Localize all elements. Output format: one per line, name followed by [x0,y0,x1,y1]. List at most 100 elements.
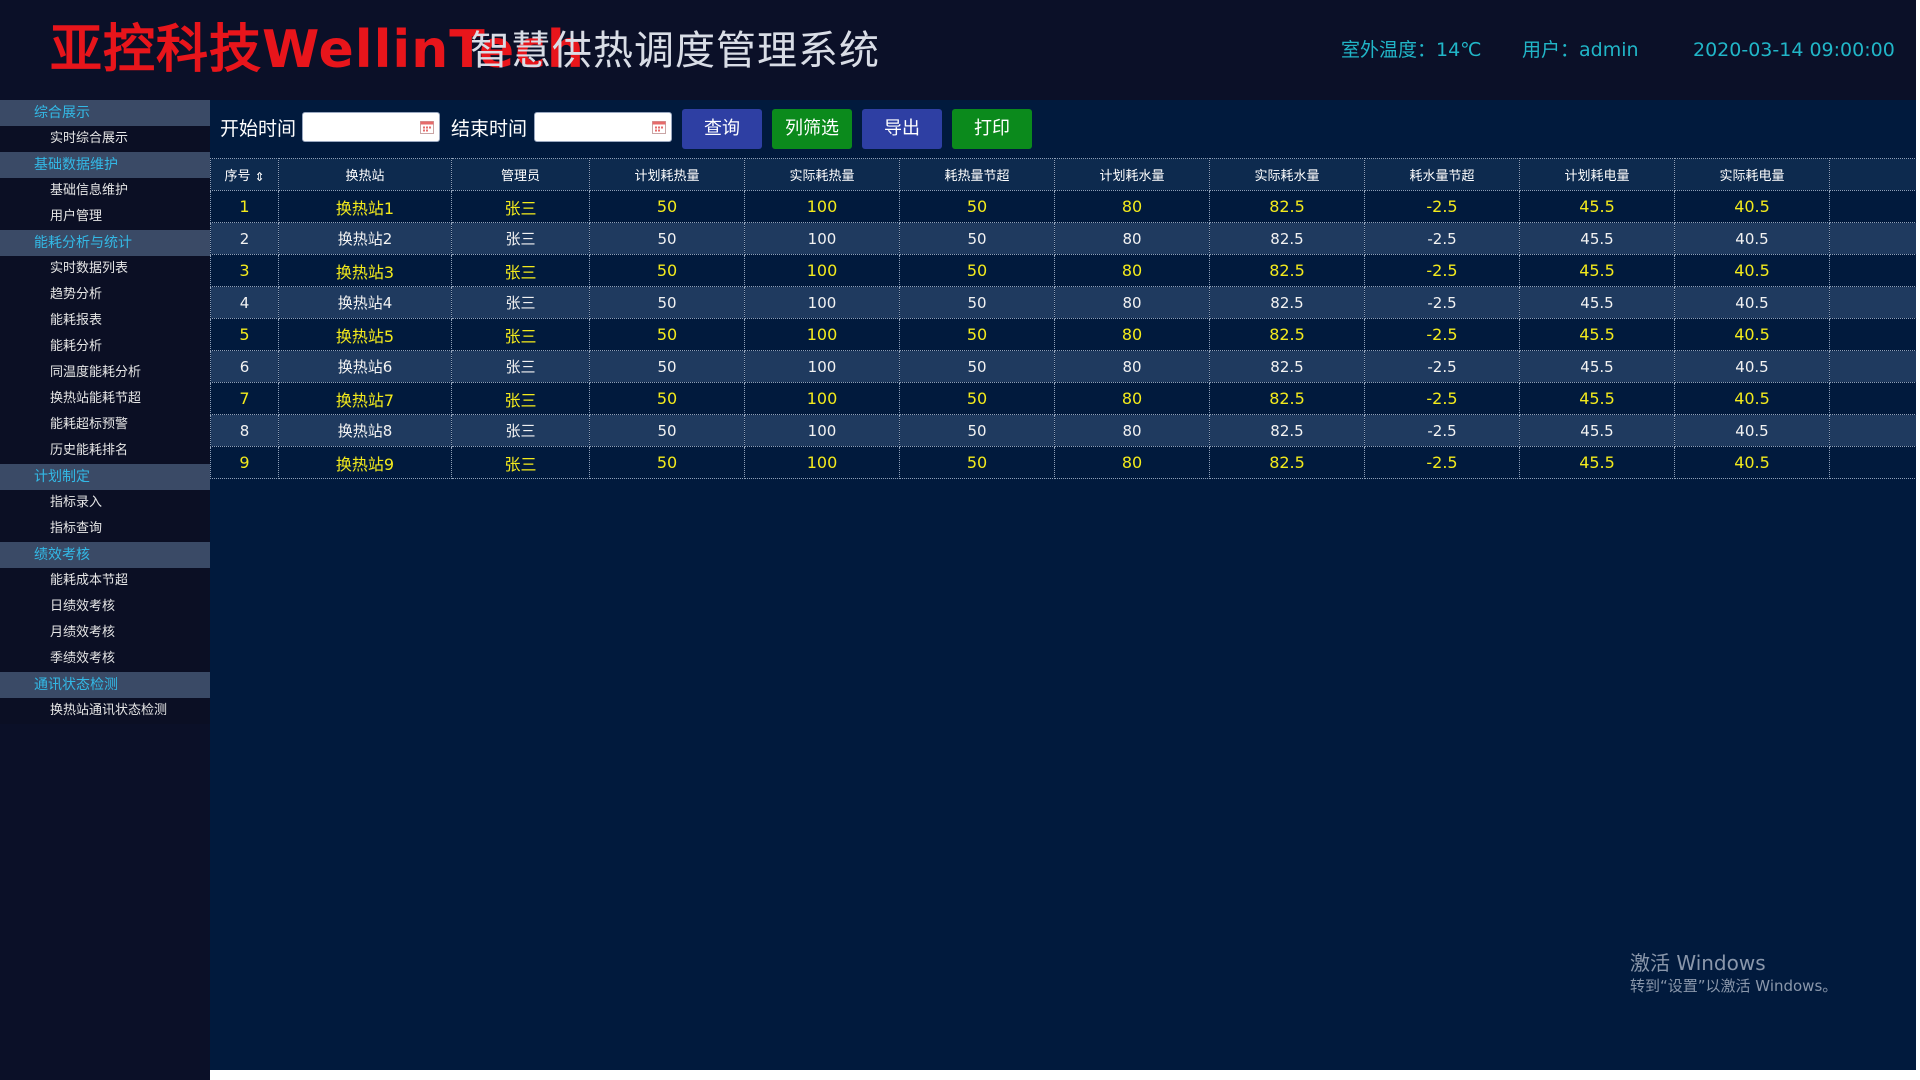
table-cell: 45.5 [1519,318,1675,351]
column-header[interactable]: 耗热量节超 [899,158,1055,191]
export-button[interactable]: 导出 [862,109,942,149]
table-cell: 100 [744,318,900,351]
sidebar-item[interactable]: 基础信息维护 [0,178,210,204]
table-cell: 换热站5 [278,318,452,351]
sidebar-menu: 综合展示 实时综合展示 基础数据维护 基础信息维护 用户管理 能耗分析与统计 实时数据列表趋… [0,100,210,724]
column-header[interactable]: 计划耗电量 [1519,158,1675,191]
print-button[interactable]: 打印 [952,109,1032,149]
table-cell: 50 [589,382,745,415]
table-cell: 张三 [451,222,590,255]
table-cell: 80 [1054,350,1210,383]
sidebar-group-3[interactable]: 计划制定 [0,464,210,490]
current-user: 用户：admin [1522,39,1639,61]
table-cell: 换热站7 [278,382,452,415]
table-row[interactable]: 7换热站7张三50100508082.5-2.545.540.55 [210,382,1920,415]
sidebar-item[interactable]: 换热站能耗节超 [0,386,210,412]
table-row[interactable]: 3换热站3张三50100508082.5-2.545.540.55 [210,254,1920,287]
table-cell: 40.5 [1674,190,1830,223]
sidebar-item[interactable]: 换热站通讯状态检测 [0,698,210,724]
table-cell: -2.5 [1364,222,1520,255]
right-edge [1916,0,1920,1080]
table-cell: 张三 [451,446,590,479]
table-header-row: 序号 ⇕ 换热站 管理员 计划耗热量 实际耗热量 耗热量节超 计划耗水量 实际耗水量 耗水量节超 计… [210,158,1920,191]
column-header[interactable]: 序号 ⇕ [210,158,279,191]
table-cell: 换热站4 [278,286,452,319]
sidebar-group-2[interactable]: 能耗分析与统计 [0,230,210,256]
column-header[interactable]: 计划耗水量 [1054,158,1210,191]
table-cell: 82.5 [1209,382,1365,415]
sidebar-item[interactable]: 历史能耗排名 [0,438,210,464]
column-header-label: 计划耗热量 [634,169,700,184]
table-cell: 80 [1054,318,1210,351]
table-row[interactable]: 6换热站6张三50100508082.5-2.545.540.55 [210,350,1920,383]
table-cell: 82.5 [1209,350,1365,383]
table-cell: 3 [210,254,279,287]
column-header[interactable]: 换热站 [278,158,452,191]
data-table-container: 序号 ⇕ 换热站 管理员 计划耗热量 实际耗热量 耗热量节超 计划耗水量 实际耗水量 耗水量节超 计… [210,158,1920,479]
sidebar-item[interactable]: 指标录入 [0,490,210,516]
column-header[interactable]: 耗电量节 [1829,158,1920,191]
table-cell: 换热站8 [278,414,452,447]
table-cell: 50 [589,446,745,479]
column-filter-button[interactable]: 列筛选 [772,109,852,149]
sidebar-item[interactable]: 季绩效考核 [0,646,210,672]
sidebar-item[interactable]: 实时数据列表 [0,256,210,282]
column-header[interactable]: 计划耗热量 [589,158,745,191]
sidebar-item[interactable]: 实时综合展示 [0,126,210,152]
table-row[interactable]: 9换热站9张三50100508082.5-2.545.540.55 [210,446,1920,479]
sidebar-item[interactable]: 月绩效考核 [0,620,210,646]
sidebar-item[interactable]: 同温度能耗分析 [0,360,210,386]
column-header[interactable]: 实际耗电量 [1674,158,1830,191]
energy-data-table: 序号 ⇕ 换热站 管理员 计划耗热量 实际耗热量 耗热量节超 计划耗水量 实际耗水量 耗水量节超 计… [210,158,1920,479]
table-cell: 80 [1054,382,1210,415]
sidebar-item[interactable]: 日绩效考核 [0,594,210,620]
query-button[interactable]: 查询 [682,109,762,149]
sidebar-group-4[interactable]: 绩效考核 [0,542,210,568]
table-cell: 80 [1054,286,1210,319]
column-header[interactable]: 实际耗水量 [1209,158,1365,191]
sidebar-item[interactable]: 用户管理 [0,204,210,230]
sidebar-item[interactable]: 能耗报表 [0,308,210,334]
table-cell: 5 [1829,382,1920,415]
table-row[interactable]: 2换热站2张三50100508082.5-2.545.540.55 [210,222,1920,255]
sort-icon[interactable]: ⇕ [254,171,264,183]
table-row[interactable]: 1换热站1张三50100508082.5-2.545.540.55 [210,190,1920,223]
calendar-icon[interactable] [652,120,666,134]
table-cell: 张三 [451,382,590,415]
table-cell: 100 [744,222,900,255]
table-cell: 5 [1829,318,1920,351]
sidebar-item[interactable]: 能耗超标预警 [0,412,210,438]
sidebar-group-0[interactable]: 综合展示 [0,100,210,126]
app-window: 亚控科技WellinTech 智慧供热调度管理系统 室外温度：14℃ 用户：ad… [0,0,1920,1080]
table-cell: 9 [210,446,279,479]
table-row[interactable]: 5换热站5张三50100508082.5-2.545.540.55 [210,318,1920,351]
table-cell: 50 [589,318,745,351]
sidebar-item[interactable]: 能耗分析 [0,334,210,360]
sidebar-item[interactable]: 指标查询 [0,516,210,542]
table-cell: 换热站1 [278,190,452,223]
table-cell: 40.5 [1674,446,1830,479]
table-cell: 100 [744,254,900,287]
watermark-title: 激活 Windows [1630,951,1766,975]
table-cell: 张三 [451,286,590,319]
start-time-label: 开始时间 [220,118,297,140]
column-header[interactable]: 实际耗热量 [744,158,900,191]
table-cell: 45.5 [1519,350,1675,383]
column-header[interactable]: 耗水量节超 [1364,158,1520,191]
sidebar-group-1[interactable]: 基础数据维护 [0,152,210,178]
table-cell: 5 [1829,414,1920,447]
table-cell: -2.5 [1364,382,1520,415]
sidebar-group-5[interactable]: 通讯状态检测 [0,672,210,698]
sidebar-item[interactable]: 趋势分析 [0,282,210,308]
column-header-label: 序号 [224,169,251,184]
sidebar-item[interactable]: 能耗成本节超 [0,568,210,594]
table-row[interactable]: 8换热站8张三50100508082.5-2.545.540.55 [210,414,1920,447]
column-header[interactable]: 管理员 [451,158,590,191]
table-cell: 张三 [451,190,590,223]
end-time-label: 结束时间 [451,118,528,140]
table-cell: 82.5 [1209,286,1365,319]
calendar-icon[interactable] [420,120,434,134]
table-cell: -2.5 [1364,190,1520,223]
table-row[interactable]: 4换热站4张三50100508082.5-2.545.540.55 [210,286,1920,319]
table-cell: 张三 [451,254,590,287]
